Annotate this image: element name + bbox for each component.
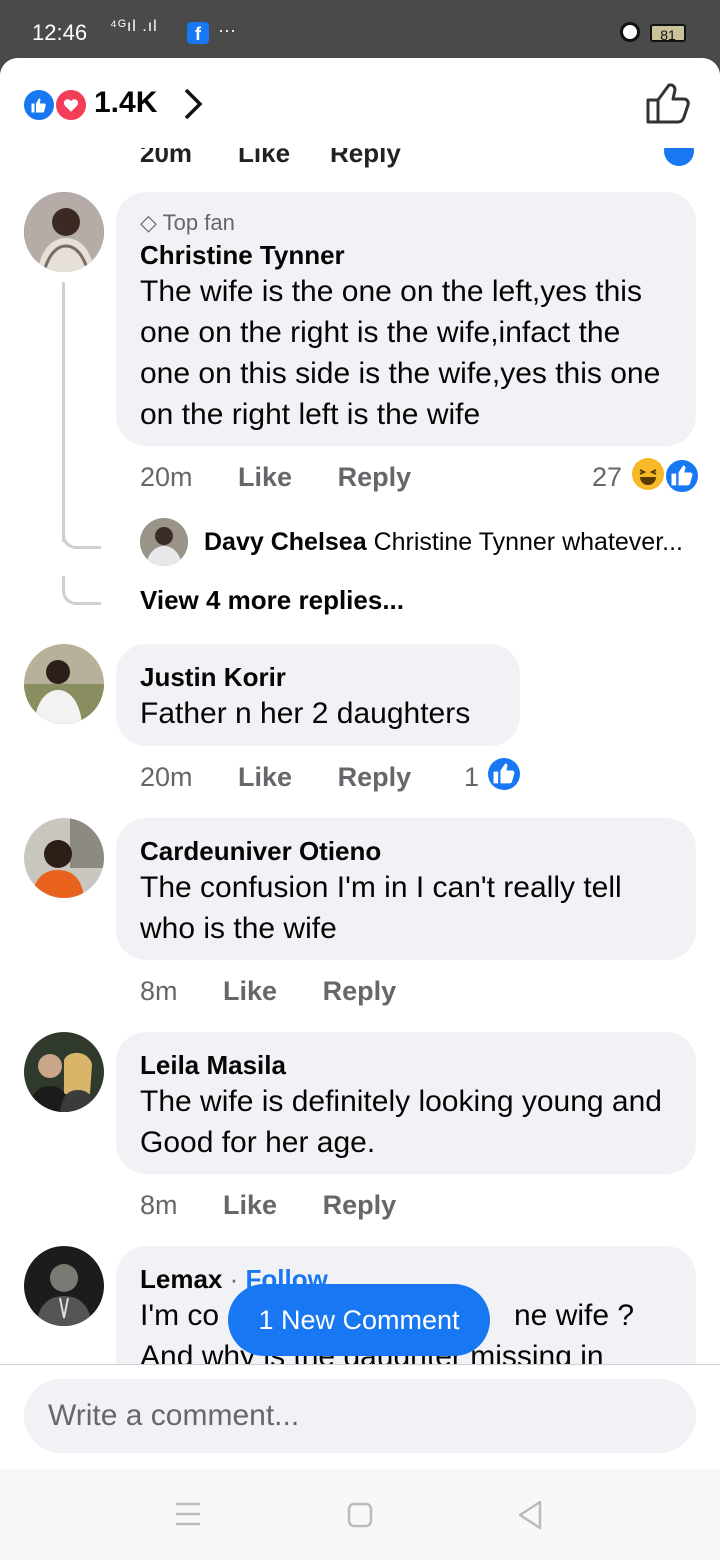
new-comment-pill[interactable]: 1 New Comment (228, 1284, 490, 1356)
like-button[interactable]: Like (223, 1190, 277, 1220)
thread-connector (62, 576, 101, 605)
comment-input[interactable]: Write a comment... (24, 1379, 696, 1453)
comment-time: 8m (140, 976, 178, 1006)
comment-text-start: I'm co (140, 1299, 220, 1332)
reply-author[interactable]: Davy Chelsea (204, 528, 367, 556)
reply-button[interactable]: Reply (338, 462, 412, 492)
like-button[interactable]: Like (238, 462, 292, 492)
comments-sheet: 1.4K 20m Like Reply ◇ Top fan Christine … (0, 58, 720, 1560)
composer-bar: Write a comment... (0, 1364, 720, 1560)
diamond-icon: ◇ (140, 210, 157, 235)
comment-actions: 20m Like Reply (140, 762, 449, 793)
menu-icon[interactable] (174, 1501, 202, 1527)
status-time: 12:46 (32, 20, 88, 45)
avatar[interactable] (24, 1032, 104, 1112)
comment-time: 20m (140, 462, 193, 492)
comment-text: The wife is the one on the left,yes this… (140, 275, 661, 431)
comment-bubble[interactable]: Justin Korir Father n her 2 daughters (116, 644, 520, 746)
comment-text: The wife is definitely looking young and… (140, 1085, 662, 1159)
comment-bubble[interactable]: ◇ Top fan Christine Tynner The wife is t… (116, 192, 696, 446)
comment-author[interactable]: Justin Korir (140, 662, 496, 693)
reply-preview[interactable]: Davy Chelsea Christine Tynner whatever..… (204, 528, 683, 557)
comment-author[interactable]: Leila Masila (140, 1050, 672, 1081)
status-bar: 12:46 ⁴ᴳıl .ıl f ··· 81 (0, 0, 720, 58)
comment-author[interactable]: Lemax (140, 1264, 222, 1294)
comment-time: 8m (140, 1190, 178, 1220)
reply-button[interactable]: Reply (323, 976, 397, 1006)
system-nav-bar (0, 1469, 720, 1560)
home-icon[interactable] (346, 1501, 374, 1529)
battery-icon: 81 (650, 24, 686, 43)
comment-actions: 20m Like Reply (140, 462, 449, 493)
comment-bubble[interactable]: Cardeuniver Otieno The confusion I'm in … (116, 818, 696, 960)
comment-author[interactable]: Christine Tynner (140, 240, 672, 271)
comment-text: Father n her 2 daughters (140, 697, 471, 730)
more-notifications-icon: ··· (218, 20, 236, 40)
reply-button[interactable]: Reply (338, 762, 412, 792)
separator: · (229, 1264, 239, 1294)
comment-reaction-count[interactable]: 27 (592, 462, 622, 493)
reactions-header[interactable]: 1.4K (0, 58, 720, 148)
alarm-icon (620, 22, 640, 42)
comment-actions: 8m Like Reply (140, 1190, 434, 1221)
comment-reaction-count[interactable]: 1 (464, 762, 479, 793)
avatar[interactable] (24, 192, 104, 272)
thread-connector (62, 520, 101, 549)
back-icon[interactable] (516, 1499, 544, 1531)
thread-line (62, 282, 65, 542)
like-reaction-icon (22, 88, 56, 122)
chevron-right-icon[interactable] (180, 86, 206, 122)
avatar[interactable] (24, 818, 104, 898)
comment-actions: 8m Like Reply (140, 976, 434, 1007)
like-button[interactable]: Like (223, 976, 277, 1006)
love-reaction-icon (54, 88, 88, 122)
like-reaction-icon (488, 758, 520, 790)
like-reaction-icon (664, 458, 700, 494)
comment-text-end: ne wife ? (514, 1299, 635, 1332)
signal-icon: ⁴ᴳıl .ıl (110, 18, 158, 35)
comment-time: 20m (140, 762, 193, 792)
like-button[interactable]: Like (238, 762, 292, 792)
reaction-count[interactable]: 1.4K (94, 86, 157, 120)
avatar[interactable] (140, 518, 188, 566)
avatar[interactable] (24, 644, 104, 724)
facebook-notification-icon: f (187, 22, 209, 44)
comment-text: The confusion I'm in I can't really tell… (140, 871, 622, 945)
top-fan-badge: ◇ Top fan (140, 210, 235, 235)
haha-reaction-icon (632, 458, 664, 490)
comment-author[interactable]: Cardeuniver Otieno (140, 836, 672, 867)
comment-bubble[interactable]: Leila Masila The wife is definitely look… (116, 1032, 696, 1174)
view-more-replies-link[interactable]: View 4 more replies... (140, 585, 404, 616)
reply-button[interactable]: Reply (323, 1190, 397, 1220)
reply-text: Christine Tynner whatever... (373, 528, 683, 556)
avatar[interactable] (24, 1246, 104, 1326)
like-post-icon[interactable] (644, 82, 692, 126)
